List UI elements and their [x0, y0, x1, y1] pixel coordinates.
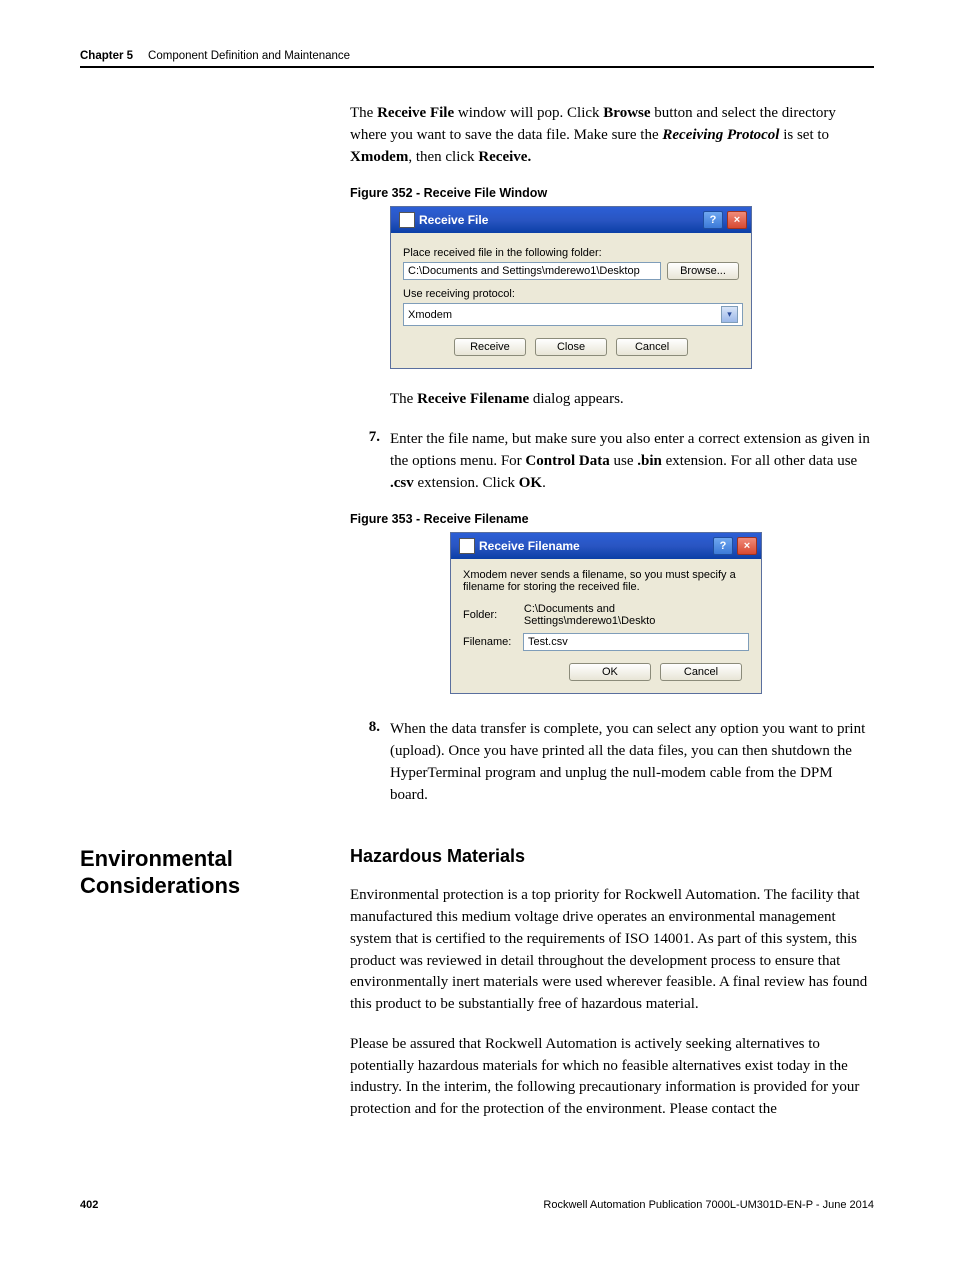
- dialog-title: Receive Filename: [479, 539, 580, 553]
- step-8: 8. When the data transfer is complete, y…: [350, 719, 874, 806]
- browse-button[interactable]: Browse...: [667, 262, 739, 280]
- chevron-down-icon: ▾: [721, 306, 738, 323]
- receive-button[interactable]: Receive: [454, 338, 526, 356]
- mid-paragraph: The Receive Filename dialog appears.: [390, 389, 874, 411]
- protocol-select[interactable]: Xmodem ▾: [403, 303, 743, 326]
- figure-353-caption: Figure 353 - Receive Filename: [350, 512, 874, 526]
- chapter-title: Component Definition and Maintenance: [148, 50, 350, 62]
- page-footer: 402 Rockwell Automation Publication 7000…: [80, 1199, 874, 1211]
- receive-file-dialog: Receive File ? × Place received file in …: [390, 206, 752, 369]
- intro-paragraph: The Receive File window will pop. Click …: [350, 103, 874, 168]
- protocol-label: Use receiving protocol:: [403, 288, 739, 300]
- close-icon[interactable]: ×: [727, 211, 747, 229]
- page-number: 402: [80, 1199, 98, 1211]
- env-paragraph-2: Please be assured that Rockwell Automati…: [350, 1034, 874, 1121]
- help-button[interactable]: ?: [703, 211, 723, 229]
- cancel-button[interactable]: Cancel: [660, 663, 742, 681]
- cancel-button[interactable]: Cancel: [616, 338, 688, 356]
- publication-info: Rockwell Automation Publication 7000L-UM…: [543, 1199, 874, 1211]
- app-icon: [399, 212, 415, 228]
- dialog-description: Xmodem never sends a filename, so you mu…: [463, 569, 749, 593]
- dialog-titlebar[interactable]: Receive File ? ×: [391, 207, 751, 233]
- filename-input[interactable]: Test.csv: [523, 633, 749, 651]
- close-icon[interactable]: ×: [737, 537, 757, 555]
- protocol-value: Xmodem: [408, 309, 452, 321]
- dialog-title: Receive File: [419, 213, 488, 227]
- folder-path: C:\Documents and Settings\mderewo1\Deskt…: [524, 603, 749, 627]
- help-button[interactable]: ?: [713, 537, 733, 555]
- subsection-heading: Hazardous Materials: [350, 846, 874, 867]
- section-sidebar-heading: Environmental Considerations: [80, 846, 310, 1139]
- filename-label: Filename:: [463, 636, 517, 648]
- env-paragraph-1: Environmental protection is a top priori…: [350, 885, 874, 1016]
- folder-label: Place received file in the following fol…: [403, 247, 739, 259]
- header-rule: [80, 66, 874, 68]
- ok-button[interactable]: OK: [569, 663, 651, 681]
- app-icon: [459, 538, 475, 554]
- page-header: Chapter 5 Component Definition and Maint…: [80, 50, 874, 62]
- dialog-titlebar[interactable]: Receive Filename ? ×: [451, 533, 761, 559]
- figure-352-caption: Figure 352 - Receive File Window: [350, 186, 874, 200]
- close-button[interactable]: Close: [535, 338, 607, 356]
- chapter-label: Chapter 5: [80, 50, 133, 62]
- folder-input[interactable]: C:\Documents and Settings\mderewo1\Deskt…: [403, 262, 661, 280]
- folder-label: Folder:: [463, 609, 518, 621]
- step-7: 7. Enter the file name, but make sure yo…: [350, 429, 874, 494]
- receive-filename-dialog: Receive Filename ? × Xmodem never sends …: [450, 532, 762, 694]
